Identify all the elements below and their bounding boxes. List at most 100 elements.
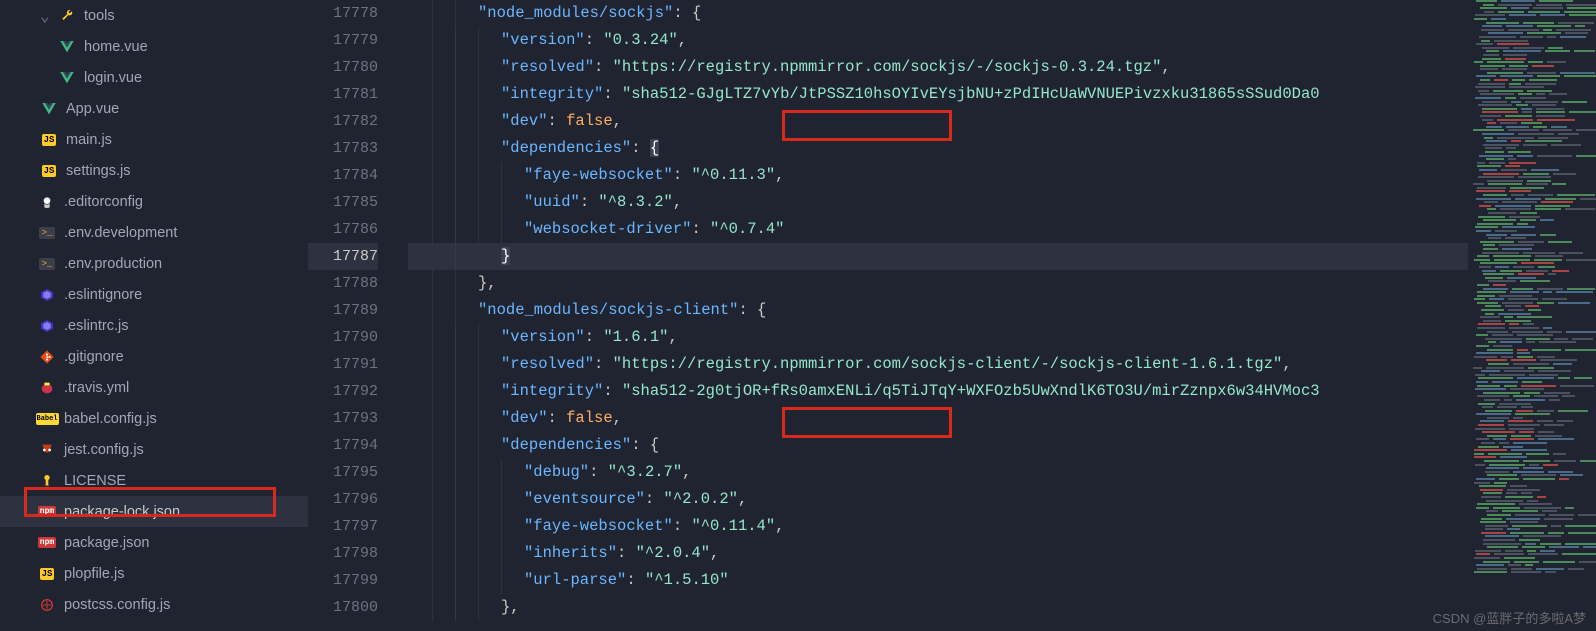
minimap-line (1468, 97, 1596, 100)
minimap-line (1468, 453, 1596, 456)
minimap-line (1468, 399, 1596, 402)
npm-icon: npm (38, 534, 56, 552)
minimap-line (1468, 14, 1596, 17)
minimap-line (1468, 435, 1596, 438)
minimap-line (1468, 568, 1596, 571)
minimap-line (1468, 388, 1596, 391)
minimap-line (1468, 58, 1596, 61)
minimap-line (1468, 208, 1596, 211)
code-line[interactable]: } (408, 243, 1468, 270)
code-line[interactable]: "integrity": "sha512-GJgLTZ7vYb/JtPSSZ10… (408, 81, 1468, 108)
minimap-line (1468, 158, 1596, 161)
file-tree-item-babel-config-js[interactable]: Babelbabel.config.js (0, 403, 308, 434)
minimap-line (1468, 234, 1596, 237)
file-tree-item-license[interactable]: LICENSE (0, 465, 308, 496)
minimap-line (1468, 295, 1596, 298)
minimap-line (1468, 446, 1596, 449)
code-line[interactable]: "url-parse": "^1.5.10" (408, 567, 1468, 594)
minimap-line (1468, 298, 1596, 301)
file-tree-item-settings-js[interactable]: JSsettings.js (0, 155, 308, 186)
minimap-line (1468, 359, 1596, 362)
code-content[interactable]: "node_modules/sockjs": {"version": "0.3.… (408, 0, 1468, 631)
code-line[interactable]: "dependencies": { (408, 432, 1468, 459)
code-line[interactable]: }, (408, 270, 1468, 297)
minimap-line (1468, 438, 1596, 441)
file-tree-item-postcss-config-js[interactable]: postcss.config.js (0, 589, 308, 620)
file-tree-item--eslintignore[interactable]: .eslintignore (0, 279, 308, 310)
minimap-line (1468, 259, 1596, 262)
minimap-line (1468, 104, 1596, 107)
js-icon: JS (40, 131, 58, 149)
file-tree-item-login-vue[interactable]: login.vue (0, 62, 308, 93)
chevron-down-icon: ⌄ (40, 6, 56, 26)
line-number: 17785 (308, 189, 378, 216)
minimap-line (1468, 478, 1596, 481)
file-tree-item--eslintrc-js[interactable]: .eslintrc.js (0, 310, 308, 341)
git-icon (38, 348, 56, 366)
minimap-line (1468, 129, 1596, 132)
minimap-line (1468, 431, 1596, 434)
file-tree-item-tools[interactable]: ⌄tools (0, 0, 308, 31)
minimap-line (1468, 151, 1596, 154)
file-tree-item--env-development[interactable]: >_.env.development (0, 217, 308, 248)
line-number: 17790 (308, 324, 378, 351)
code-line[interactable]: "dev": false, (408, 108, 1468, 135)
minimap-line (1468, 226, 1596, 229)
code-line[interactable]: "dependencies": { (408, 135, 1468, 162)
minimap-line (1468, 40, 1596, 43)
vue-icon (58, 69, 76, 87)
minimap-line (1468, 86, 1596, 89)
code-line[interactable]: "version": "0.3.24", (408, 27, 1468, 54)
line-number: 17788 (308, 270, 378, 297)
jest-icon (38, 441, 56, 459)
minimap-line (1468, 341, 1596, 344)
minimap-line (1468, 571, 1596, 574)
minimap-line (1468, 108, 1596, 111)
code-line[interactable]: "debug": "^3.2.7", (408, 459, 1468, 486)
code-line[interactable]: "inherits": "^2.0.4", (408, 540, 1468, 567)
file-tree-item--editorconfig[interactable]: .editorconfig (0, 186, 308, 217)
code-editor[interactable]: 1777817779177801778117782177831778417785… (308, 0, 1596, 631)
minimap-line (1468, 180, 1596, 183)
code-line[interactable]: "integrity": "sha512-2g0tjOR+fRs0amxENLi… (408, 378, 1468, 405)
minimap-line (1468, 474, 1596, 477)
code-line[interactable]: "eventsource": "^2.0.2", (408, 486, 1468, 513)
file-tree-item-package-lock-json[interactable]: npmpackage-lock.json (0, 496, 308, 527)
minimap-line (1468, 323, 1596, 326)
minimap[interactable] (1468, 0, 1596, 631)
code-line[interactable]: "node_modules/sockjs": { (408, 0, 1468, 27)
code-line[interactable]: "uuid": "^8.3.2", (408, 189, 1468, 216)
code-line[interactable]: "faye-websocket": "^0.11.3", (408, 162, 1468, 189)
minimap-line (1468, 363, 1596, 366)
code-line[interactable]: "websocket-driver": "^0.7.4" (408, 216, 1468, 243)
file-tree-item-jest-config-js[interactable]: jest.config.js (0, 434, 308, 465)
file-tree-item-plopfile-js[interactable]: JSplopfile.js (0, 558, 308, 589)
file-tree-item--travis-yml[interactable]: .travis.yml (0, 372, 308, 403)
code-line[interactable]: "faye-websocket": "^0.11.4", (408, 513, 1468, 540)
minimap-line (1468, 510, 1596, 513)
minimap-line (1468, 201, 1596, 204)
file-tree-item-app-vue[interactable]: App.vue (0, 93, 308, 124)
code-line[interactable]: }, (408, 594, 1468, 621)
file-name-label: .gitignore (64, 349, 124, 365)
code-line[interactable]: "node_modules/sockjs-client": { (408, 297, 1468, 324)
minimap-line (1468, 420, 1596, 423)
minimap-line (1468, 424, 1596, 427)
minimap-line (1468, 262, 1596, 265)
code-line[interactable]: "dev": false, (408, 405, 1468, 432)
file-name-label: plopfile.js (64, 566, 124, 582)
env-icon: >_ (38, 255, 56, 273)
file-tree-item-package-json[interactable]: npmpackage.json (0, 527, 308, 558)
travis-icon (38, 379, 56, 397)
file-tree-item--env-production[interactable]: >_.env.production (0, 248, 308, 279)
file-tree-item-main-js[interactable]: JSmain.js (0, 124, 308, 155)
minimap-line (1468, 61, 1596, 64)
minimap-line (1468, 381, 1596, 384)
minimap-line (1468, 338, 1596, 341)
minimap-line (1468, 198, 1596, 201)
code-line[interactable]: "resolved": "https://registry.npmmirror.… (408, 54, 1468, 81)
file-tree-item--gitignore[interactable]: .gitignore (0, 341, 308, 372)
code-line[interactable]: "version": "1.6.1", (408, 324, 1468, 351)
file-tree-item-home-vue[interactable]: home.vue (0, 31, 308, 62)
code-line[interactable]: "resolved": "https://registry.npmmirror.… (408, 351, 1468, 378)
